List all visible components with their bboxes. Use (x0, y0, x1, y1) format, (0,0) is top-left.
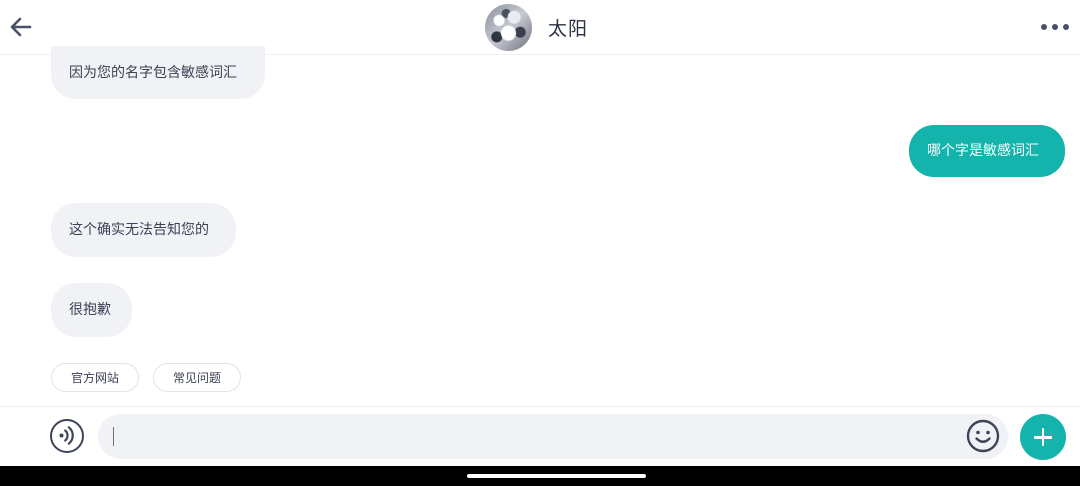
message-text: 哪个字是敏感词汇 (927, 143, 1039, 159)
home-indicator[interactable] (467, 474, 646, 478)
message-bubble-outgoing[interactable]: 哪个字是敏感词汇 (909, 125, 1065, 177)
message-input[interactable] (98, 414, 1008, 459)
plus-button[interactable] (1020, 414, 1066, 460)
quick-reply-label: 常见问题 (172, 371, 221, 385)
voice-icon (59, 426, 74, 445)
composer-bar (0, 406, 1080, 466)
message-bubble-incoming[interactable]: 很抱歉 (51, 283, 132, 337)
more-dot (1052, 24, 1058, 30)
more-dot (1063, 24, 1069, 30)
message-text: 因为您的名字包含敏感词汇 (69, 64, 237, 81)
message-text: 这个确实无法告知您的 (69, 222, 209, 238)
text-caret (113, 427, 114, 446)
arrow-left-icon (10, 17, 32, 37)
quick-reply-official-site[interactable]: 官方网站 (51, 363, 139, 392)
system-navigation-bar (0, 466, 1080, 486)
chat-screen: 太阳 因为您的名字包含敏感词汇 哪个字是敏感词汇 这个确实无法告知您的 很抱歉 … (0, 0, 1080, 486)
emoji-icon (966, 419, 1000, 453)
voice-button[interactable] (50, 419, 84, 453)
message-bubble-incoming[interactable]: 这个确实无法告知您的 (51, 203, 236, 257)
more-button[interactable] (1036, 14, 1074, 40)
more-horizontal-icon (1041, 24, 1047, 30)
emoji-button[interactable] (966, 419, 1000, 453)
message-text: 很抱歉 (69, 302, 111, 318)
back-button[interactable] (6, 10, 38, 44)
chat-title: 太阳 (548, 18, 589, 40)
quick-reply-label: 官方网站 (70, 371, 119, 385)
message-bubble-incoming[interactable]: 因为您的名字包含敏感词汇 (51, 46, 265, 99)
contact-avatar[interactable] (485, 4, 532, 51)
quick-reply-faq[interactable]: 常见问题 (153, 363, 241, 392)
